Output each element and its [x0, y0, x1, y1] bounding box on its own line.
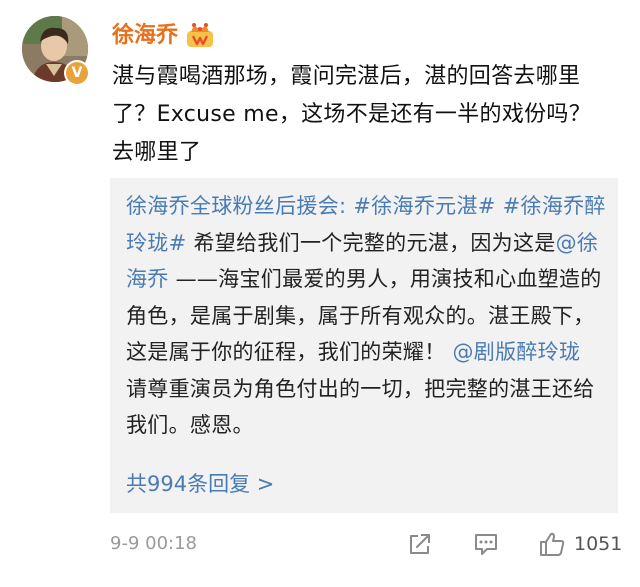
- reply-author-suffix: :: [339, 194, 354, 218]
- verified-badge-icon: V: [64, 60, 90, 86]
- reply-body: 徐海乔全球粉丝后援会: #徐海乔元湛# #徐海乔醉玲珑# 希望给我们一个完整的元…: [126, 188, 608, 444]
- share-button[interactable]: [406, 528, 434, 560]
- comment-button[interactable]: [472, 528, 500, 560]
- verified-badge-mark: V: [66, 62, 88, 84]
- like-button[interactable]: 1051: [538, 528, 622, 560]
- share-icon: [410, 534, 430, 554]
- post-timestamp: 9-9 00:18: [110, 533, 197, 554]
- like-count: 1051: [574, 533, 623, 555]
- hashtag-link[interactable]: #徐海乔元湛#: [353, 194, 495, 218]
- mention-link[interactable]: @剧版醉玲珑: [452, 340, 580, 364]
- thumbs-up-icon: [540, 532, 565, 556]
- reply-text-segment: 希望给我们一个完整的元湛，因为这是: [186, 230, 556, 255]
- reply-text-segment: 请尊重演员为角色付出的一切，把完整的湛王还给我们。感恩。: [126, 376, 595, 438]
- comment-icon: [475, 534, 497, 555]
- post-author-name[interactable]: 徐海乔: [112, 20, 178, 52]
- reply-card[interactable]: 徐海乔全球粉丝后援会: #徐海乔元湛# #徐海乔醉玲珑# 希望给我们一个完整的元…: [110, 178, 618, 513]
- reply-count-link[interactable]: 共994条回复 >: [126, 468, 274, 500]
- reply-author-link[interactable]: 徐海乔全球粉丝后援会: [126, 194, 339, 218]
- crown-vip-icon[interactable]: [186, 22, 214, 48]
- post-body-text: 湛与霞喝酒那场，霞问完湛后，湛的回答去哪里了？Excuse me，这场不是还有一…: [112, 64, 592, 165]
